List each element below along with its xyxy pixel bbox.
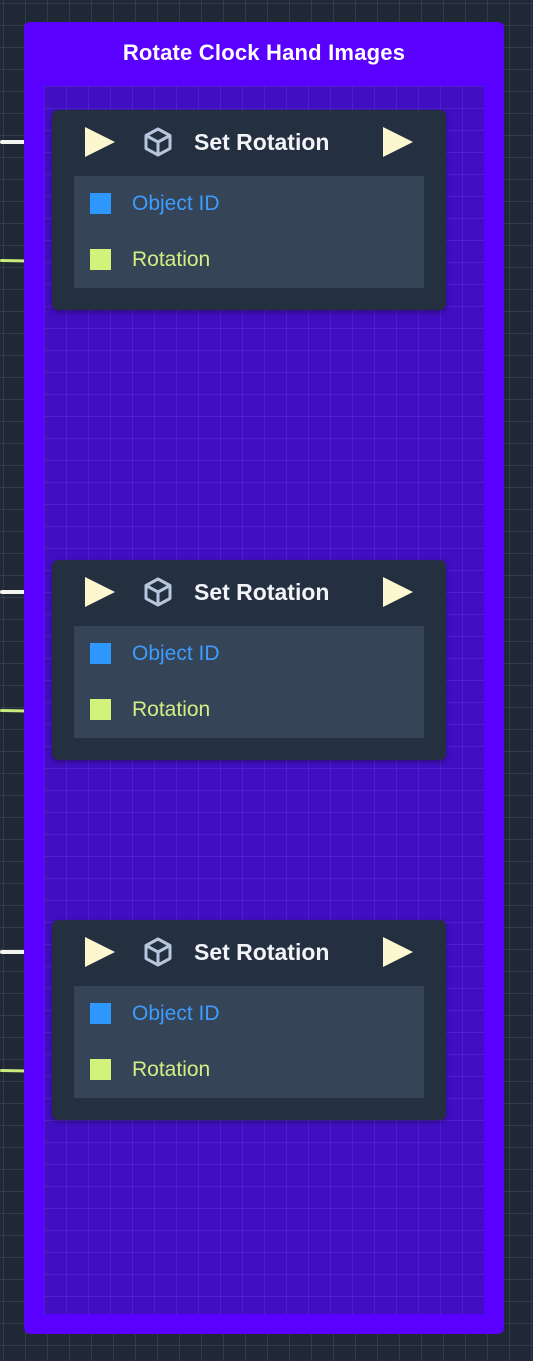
node-title: Set Rotation	[194, 129, 330, 155]
rotation-port[interactable]: Rotation	[74, 682, 424, 738]
node-ports: Object ID Rotation	[74, 626, 424, 738]
object-id-port[interactable]: Object ID	[74, 986, 424, 1042]
exec-input-pin[interactable]	[85, 577, 115, 607]
cube-icon	[144, 937, 172, 967]
node-ports: Object ID Rotation	[74, 176, 424, 288]
rotation-port[interactable]: Rotation	[74, 232, 424, 288]
rotation-label: Rotation	[132, 248, 211, 271]
group-title[interactable]: Rotate Clock Hand Images	[24, 22, 504, 84]
object-id-label: Object ID	[132, 642, 220, 665]
object-id-label: Object ID	[132, 192, 220, 215]
rotation-port[interactable]: Rotation	[74, 1042, 424, 1098]
rotation-pin[interactable]	[90, 699, 111, 720]
set-rotation-node[interactable]: Set Rotation Object ID Rotation	[52, 920, 446, 1120]
node-header[interactable]: Set Rotation	[52, 560, 446, 624]
node-header[interactable]: Set Rotation	[52, 110, 446, 174]
exec-input-pin[interactable]	[85, 937, 115, 967]
object-id-pin[interactable]	[90, 193, 111, 214]
exec-input-pin[interactable]	[85, 127, 115, 157]
rotation-label: Rotation	[132, 698, 211, 721]
node-title: Set Rotation	[194, 939, 330, 965]
set-rotation-node[interactable]: Set Rotation Object ID Rotation	[52, 560, 446, 760]
object-id-pin[interactable]	[90, 1003, 111, 1024]
cube-icon	[144, 577, 172, 607]
object-id-port[interactable]: Object ID	[74, 176, 424, 232]
cube-icon	[144, 127, 172, 157]
set-rotation-node[interactable]: Set Rotation Object ID Rotation	[52, 110, 446, 310]
exec-output-pin[interactable]	[383, 577, 413, 607]
exec-output-pin[interactable]	[383, 127, 413, 157]
object-id-label: Object ID	[132, 1002, 220, 1025]
node-header[interactable]: Set Rotation	[52, 920, 446, 984]
object-id-pin[interactable]	[90, 643, 111, 664]
node-title: Set Rotation	[194, 579, 330, 605]
exec-output-pin[interactable]	[383, 937, 413, 967]
node-ports: Object ID Rotation	[74, 986, 424, 1098]
object-id-port[interactable]: Object ID	[74, 626, 424, 682]
rotation-label: Rotation	[132, 1058, 211, 1081]
rotation-pin[interactable]	[90, 1059, 111, 1080]
rotation-pin[interactable]	[90, 249, 111, 270]
